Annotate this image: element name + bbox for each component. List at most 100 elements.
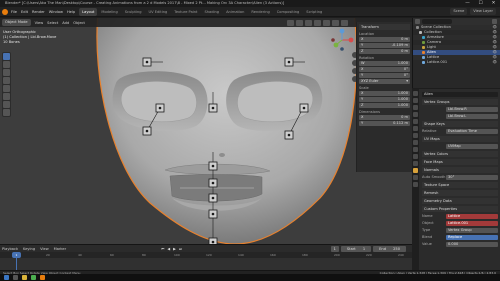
scale-z-field[interactable]: Z 1.000 bbox=[359, 103, 410, 108]
panel-section-header[interactable]: Face Maps bbox=[422, 159, 498, 165]
xray-icon[interactable] bbox=[332, 19, 339, 26]
select-box-tool-icon[interactable] bbox=[3, 53, 10, 60]
jump-end-icon[interactable]: ⏭ bbox=[179, 247, 182, 251]
outliner-search-input[interactable] bbox=[422, 19, 452, 24]
property-value[interactable]: Lbl.Brow.L bbox=[446, 113, 498, 119]
viewport-menu-view[interactable]: View bbox=[35, 21, 44, 25]
proportional-edit-icon[interactable] bbox=[314, 19, 321, 26]
blender-logo-icon[interactable] bbox=[2, 8, 8, 15]
location-y-field[interactable]: Y -0.109 m bbox=[359, 43, 410, 48]
property-value[interactable]: UVMap bbox=[446, 143, 498, 149]
scale-x-field[interactable]: X 1.000 bbox=[359, 91, 410, 96]
panel-section-header[interactable]: Vertex Colors bbox=[422, 151, 498, 157]
scale-y-field[interactable]: Y 1.000 bbox=[359, 97, 410, 102]
workspace-tab-rendering[interactable]: Rendering bbox=[248, 8, 272, 16]
panel-section-header[interactable]: Shape Keys bbox=[422, 121, 498, 127]
blender-app-icon[interactable] bbox=[40, 275, 45, 280]
rotation-y-field[interactable]: Y 0° bbox=[359, 73, 410, 78]
object-name-field[interactable]: Alien bbox=[422, 91, 498, 97]
overlays-icon[interactable] bbox=[323, 19, 330, 26]
workspace-tab-texture-paint[interactable]: Texture Paint bbox=[171, 8, 200, 16]
modifier-tab-icon[interactable] bbox=[413, 140, 418, 145]
workspace-tab-animation[interactable]: Animation bbox=[223, 8, 247, 16]
current-frame-field[interactable]: 1 bbox=[330, 245, 339, 252]
panel-section-header[interactable]: Normals bbox=[422, 167, 498, 173]
measure-tool-icon[interactable] bbox=[3, 109, 10, 116]
panel-section-header[interactable]: UV Maps bbox=[422, 136, 498, 142]
physics-tab-icon[interactable] bbox=[413, 154, 418, 159]
dimensions-x-field[interactable]: X0 m bbox=[359, 115, 410, 120]
viewport-menu-add[interactable]: Add bbox=[62, 21, 69, 25]
rotation-w-field[interactable]: W 1.000 bbox=[359, 61, 410, 66]
mode-selector[interactable]: Object Mode bbox=[2, 19, 31, 26]
move-tool-icon[interactable] bbox=[3, 69, 10, 76]
panel-section-header[interactable]: Remesh bbox=[422, 190, 498, 196]
workspace-tab-compositing[interactable]: Compositing bbox=[274, 8, 303, 16]
view-layer-selector[interactable]: View Layer bbox=[470, 8, 496, 15]
menu-edit[interactable]: Edit bbox=[21, 10, 28, 14]
browser-icon[interactable] bbox=[31, 275, 36, 280]
eye-visibility-icon[interactable]: 👁 bbox=[492, 60, 497, 65]
workspace-tab-shading[interactable]: Shading bbox=[201, 8, 222, 16]
menu-help[interactable]: Help bbox=[67, 10, 75, 14]
snap-icon[interactable] bbox=[305, 19, 312, 26]
shading-solid-icon[interactable] bbox=[341, 19, 348, 26]
start-menu-icon[interactable] bbox=[4, 275, 9, 280]
outliner-row[interactable]: Lattice.001 👁 bbox=[413, 60, 500, 65]
object-tab-icon[interactable] bbox=[413, 133, 418, 138]
modifier-blend-field[interactable]: Replace bbox=[446, 234, 498, 240]
workspace-tab-sculpting[interactable]: Sculpting bbox=[122, 8, 145, 16]
property-value[interactable]: Evaluation Time bbox=[446, 128, 498, 134]
render-tab-icon[interactable] bbox=[413, 98, 418, 103]
start-frame-field[interactable]: Start 1 bbox=[340, 245, 372, 252]
menu-render[interactable]: Render bbox=[32, 10, 45, 14]
menu-window[interactable]: Window bbox=[49, 10, 63, 14]
view-layer-tab-icon[interactable] bbox=[413, 112, 418, 117]
filter-icon[interactable] bbox=[492, 19, 497, 24]
viewport-menu-object[interactable]: Object bbox=[73, 21, 85, 25]
outliner-display-mode-icon[interactable] bbox=[415, 19, 420, 24]
transform-panel-title[interactable]: Transform bbox=[359, 24, 410, 30]
workspace-tab-layout[interactable]: Layout bbox=[79, 7, 98, 16]
rotate-tool-icon[interactable] bbox=[3, 77, 10, 84]
annotate-tool-icon[interactable] bbox=[3, 101, 10, 108]
transform-tool-icon[interactable] bbox=[3, 93, 10, 100]
modifier-type-field[interactable]: Vertex Group bbox=[446, 227, 498, 233]
workspace-tab-scripting[interactable]: Scripting bbox=[303, 8, 325, 16]
property-value[interactable]: Lbl.Brow.R bbox=[446, 106, 498, 112]
play-reverse-icon[interactable]: ◀ bbox=[167, 247, 170, 251]
close-button[interactable]: ✕ bbox=[487, 0, 500, 7]
output-tab-icon[interactable] bbox=[413, 105, 418, 110]
jump-start-icon[interactable]: ⏮ bbox=[161, 247, 164, 251]
panel-section-header[interactable]: Vertex Groups bbox=[422, 99, 498, 105]
end-frame-field[interactable]: End 250 bbox=[373, 245, 406, 252]
rotation-x-field[interactable]: X 0° bbox=[359, 67, 410, 72]
dimensions-y-field[interactable]: Y 0.112 m bbox=[359, 121, 410, 126]
workspace-tab-modeling[interactable]: Modeling bbox=[98, 8, 120, 16]
pivot-icon[interactable] bbox=[296, 19, 303, 26]
navigation-gizmo-icon[interactable] bbox=[330, 28, 354, 52]
file-explorer-icon[interactable] bbox=[22, 275, 27, 280]
location-x-field[interactable]: X0 m bbox=[359, 37, 410, 42]
property-value[interactable]: 30° bbox=[446, 174, 498, 180]
constraints-tab-icon[interactable] bbox=[413, 161, 418, 166]
menu-file[interactable]: File bbox=[11, 10, 17, 14]
panel-section-header[interactable]: Custom Properties bbox=[422, 206, 498, 212]
scale-tool-icon[interactable] bbox=[3, 85, 10, 92]
material-tab-icon[interactable] bbox=[413, 175, 418, 180]
panel-section-header[interactable]: Geometry Data bbox=[422, 198, 498, 204]
scene-tab-icon[interactable] bbox=[413, 119, 418, 124]
mesh-data-tab-icon[interactable] bbox=[413, 168, 418, 173]
timeline-menu-playback[interactable]: Playback bbox=[2, 247, 18, 251]
particles-tab-icon[interactable] bbox=[413, 147, 418, 152]
modifier-name-field[interactable]: Lattice bbox=[446, 213, 498, 219]
rotation-mode-select[interactable]: XYZ Euler ▾ bbox=[359, 79, 410, 84]
search-icon[interactable] bbox=[13, 275, 18, 280]
timeline-area[interactable]: 020406080100120140160180200220240 1 bbox=[0, 252, 412, 270]
minimize-button[interactable]: — bbox=[461, 0, 474, 7]
panel-section-header[interactable]: Texture Space bbox=[422, 182, 498, 188]
tool-tab-icon[interactable] bbox=[413, 91, 418, 96]
frame-ruler[interactable]: 020406080100120140160180200220240 bbox=[0, 252, 412, 258]
timeline-menu-keying[interactable]: Keying bbox=[23, 247, 35, 251]
location-z-field[interactable]: Z0 m bbox=[359, 49, 410, 54]
